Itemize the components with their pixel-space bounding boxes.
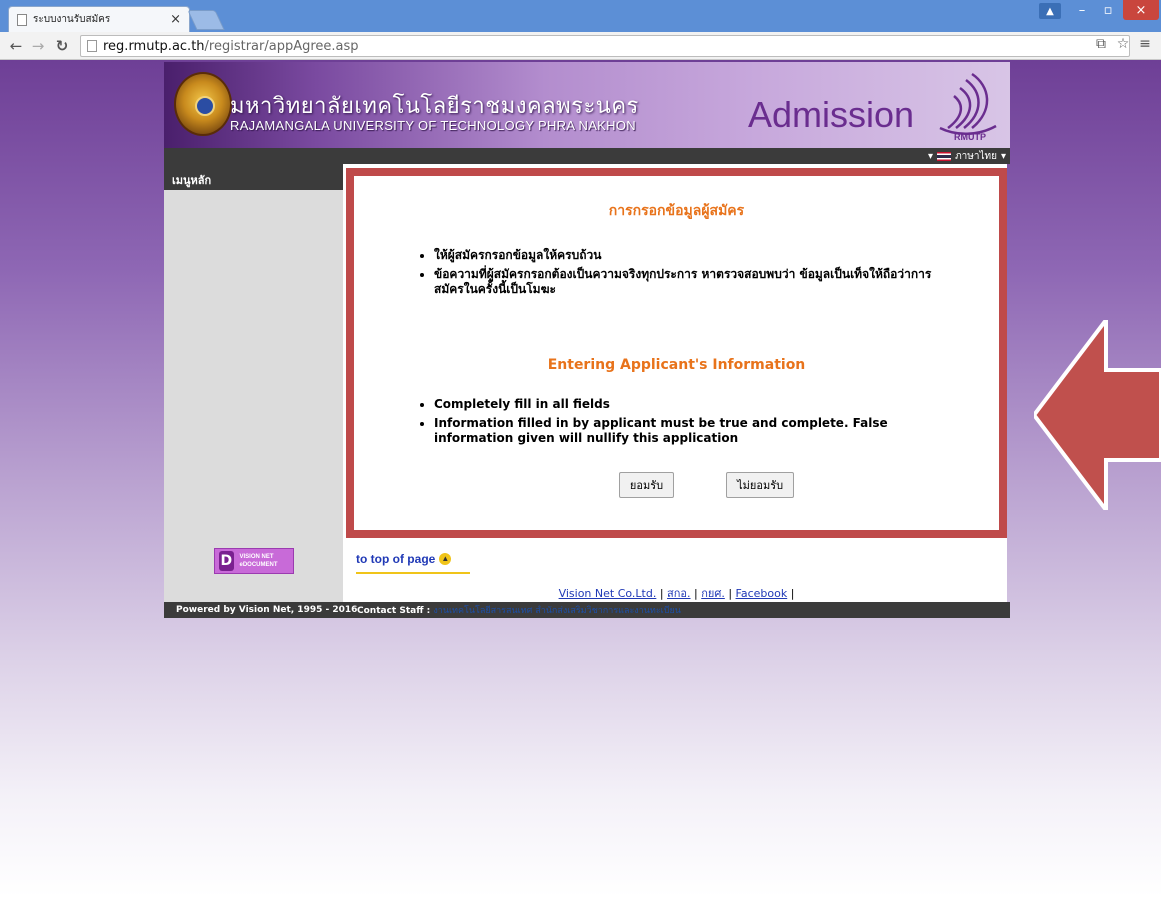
agreement-title-th: การกรอกข้อมูลผู้สมัคร: [608, 203, 745, 219]
url-input[interactable]: reg.rmutp.ac.th/registrar/appAgree.asp: [80, 35, 1130, 57]
contact-label: Contact Staff :: [357, 606, 431, 616]
terms-list-en: Completely fill in all fields Informatio…: [418, 397, 938, 446]
footer-links: Vision Net Co.Ltd. | สกอ. | กยศ. | Faceb…: [558, 587, 795, 600]
rmutp-logo-text: RMUTP: [954, 132, 986, 142]
site-banner: มหาวิทยาลัยเทคโนโลยีราชมงคลพระนคร RAJAMA…: [164, 62, 1010, 148]
close-window-button[interactable]: ×: [1123, 0, 1159, 20]
footer-link-facebook[interactable]: Facebook: [736, 587, 788, 600]
contact-link[interactable]: งานเทคโนโลยีสารสนเทศ สำนักส่งเสริมวิชากา…: [433, 606, 681, 616]
url-host: reg.rmutp.ac.th: [103, 38, 205, 54]
main-content: การกรอกข้อมูลผู้สมัคร ให้ผู้สมัครกรอกข้อ…: [346, 164, 1007, 602]
contact-staff: Contact Staff : งานเทคโนโลยีสารสนเทศ สำน…: [349, 603, 681, 617]
agreement-title-en: Entering Applicant's Information: [547, 357, 806, 373]
language-selector[interactable]: ▾ ภาษาไทย ▾: [928, 149, 1006, 164]
up-arrow-icon: ▲: [439, 553, 452, 565]
reload-icon[interactable]: ↻: [52, 36, 72, 56]
footer-link-slf[interactable]: กยศ.: [701, 587, 725, 600]
new-tab-button[interactable]: [187, 10, 225, 30]
divider: [356, 572, 470, 574]
chevron-down-icon: ▾: [928, 151, 934, 162]
term-item: ให้ผู้สมัครกรอกข้อมูลให้ครบถ้วน: [434, 248, 938, 263]
sidebar-heading: เมนูหลัก: [164, 164, 343, 190]
user-profile-icon[interactable]: ▲: [1039, 3, 1061, 19]
language-label: ภาษาไทย: [955, 151, 997, 162]
left-arrow-icon: [1034, 320, 1161, 510]
footer-link-visionnet[interactable]: Vision Net Co.Ltd.: [559, 587, 657, 600]
university-name-en: RAJAMANGALA UNIVERSITY OF TECHNOLOGY PHR…: [230, 118, 636, 133]
menu-icon[interactable]: ≡: [1137, 36, 1153, 52]
vision-net-mark-icon: D: [219, 551, 234, 571]
bookmark-star-icon[interactable]: ☆: [1115, 36, 1131, 52]
vision-net-logo-text: VISION NET eDOCUMENT: [239, 554, 278, 568]
admission-label: Admission: [748, 94, 915, 135]
term-item: ข้อความที่ผู้สมัครกรอกต้องเป็นความจริงทุ…: [434, 267, 938, 297]
tab-close-icon[interactable]: ×: [170, 12, 181, 27]
forward-arrow-icon[interactable]: →: [28, 36, 48, 56]
terms-list-th: ให้ผู้สมัครกรอกข้อมูลให้ครบถ้วน ข้อความท…: [418, 248, 938, 297]
minimize-button[interactable]: –: [1070, 0, 1094, 20]
translate-icon[interactable]: ⧉: [1093, 36, 1109, 52]
to-top-link[interactable]: to top of page ▲: [356, 552, 452, 566]
to-top-label: to top of page: [356, 552, 436, 566]
browser-tab[interactable]: ระบบงานรับสมัคร ×: [8, 6, 190, 32]
sidebar: เมนูหลัก D VISION NET eDOCUMENT: [164, 164, 346, 602]
bottom-bar: Powered by Vision Net, 1995 - 2016 Conta…: [164, 602, 1010, 618]
page-icon: [17, 13, 27, 26]
powered-by: Powered by Vision Net, 1995 - 2016: [176, 605, 358, 615]
footer-link-ohec[interactable]: สกอ.: [667, 587, 690, 600]
page-icon: [87, 40, 97, 52]
maximize-button[interactable]: ▫: [1096, 0, 1120, 20]
site-container: มหาวิทยาลัยเทคโนโลยีราชมงคลพระนคร RAJAMA…: [164, 62, 1010, 618]
browser-tabbar: ระบบงานรับสมัคร × ▲ – ▫ ×: [0, 0, 1161, 32]
term-item: Information filled in by applicant must …: [434, 416, 938, 446]
decline-button[interactable]: ไม่ยอมรับ: [726, 472, 795, 498]
accept-button[interactable]: ยอมรับ: [618, 472, 675, 498]
vision-net-logo[interactable]: D VISION NET eDOCUMENT: [214, 548, 294, 574]
thai-flag-icon: [937, 152, 952, 161]
language-bar: ▾ ภาษาไทย ▾: [164, 148, 1010, 164]
url-path: /registrar/appAgree.asp: [204, 38, 359, 54]
back-arrow-icon[interactable]: ←: [6, 36, 26, 56]
chevron-down-icon: ▾: [1000, 151, 1006, 162]
term-item: Completely fill in all fields: [434, 397, 938, 412]
page-viewport: มหาวิทยาลัยเทคโนโลยีราชมงคลพระนคร RAJAMA…: [0, 60, 1161, 897]
tab-title: ระบบงานรับสมัคร: [33, 14, 111, 25]
address-bar: ← → ↻ reg.rmutp.ac.th/registrar/appAgree…: [0, 32, 1161, 60]
university-emblem: [174, 72, 232, 136]
agreement-frame: การกรอกข้อมูลผู้สมัคร ให้ผู้สมัครกรอกข้อ…: [346, 168, 1007, 538]
